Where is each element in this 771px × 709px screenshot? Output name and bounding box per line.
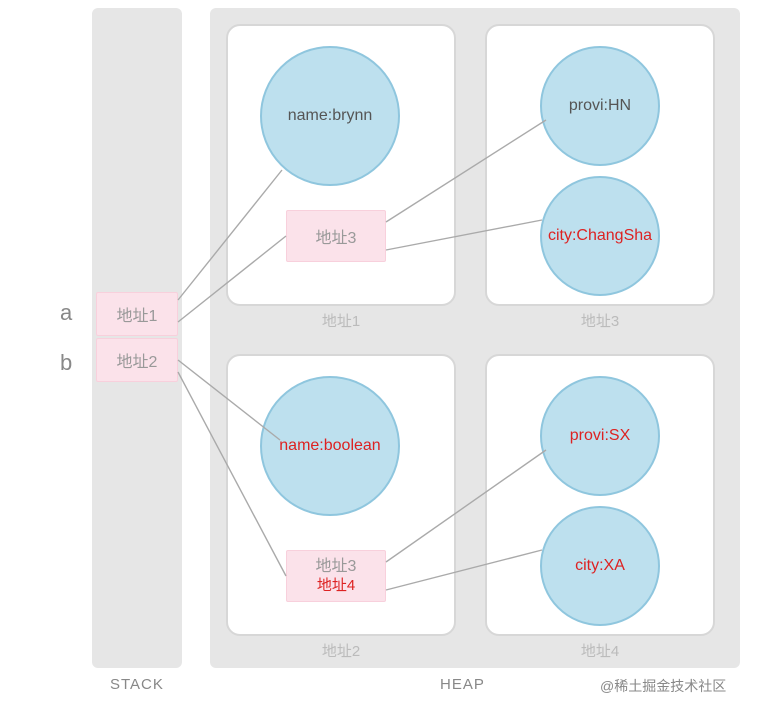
inner-addr-box2: 地址3 地址4 [286,550,386,602]
circle-name-b: name:boolean [260,376,400,516]
stack-cell-b-text: 地址2 [117,348,158,372]
circle-city-xa: city:XA [540,506,660,626]
stack-cell-a: 地址1 [96,292,178,336]
variable-b-label: b [60,350,72,376]
stack-label: STACK [110,676,164,693]
circle-provi-hn-text: provi:HN [569,97,631,115]
heap-box-3-caption: 地址3 [485,310,715,331]
heap-box-1-caption: 地址1 [226,310,456,331]
inner-addr-box2-gray: 地址3 [316,557,357,576]
heap-box-4-caption: 地址4 [485,640,715,661]
heap-label: HEAP [440,676,485,693]
inner-addr-box1: 地址3 [286,210,386,262]
circle-name-a: name:brynn [260,46,400,186]
circle-city-xa-text: city:XA [575,557,625,575]
stack-cell-b: 地址2 [96,338,178,382]
inner-addr-box2-red: 地址4 [317,577,355,595]
circle-provi-hn: provi:HN [540,46,660,166]
watermark: @稀土掘金技术社区 [600,676,726,696]
circle-provi-sx-text: provi:SX [570,427,630,445]
circle-city-cs: city:ChangSha [540,176,660,296]
circle-name-a-text: name:brynn [288,107,373,125]
variable-a-label: a [60,300,72,326]
circle-name-b-text: name:boolean [279,437,380,455]
heap-box-2-caption: 地址2 [226,640,456,661]
circle-city-cs-text: city:ChangSha [548,227,652,245]
circle-provi-sx: provi:SX [540,376,660,496]
memory-diagram: STACK HEAP @稀土掘金技术社区 a b 地址1 地址2 地址1 地址2… [0,0,771,709]
inner-addr-box1-text: 地址3 [316,224,357,248]
stack-cell-a-text: 地址1 [117,302,158,326]
